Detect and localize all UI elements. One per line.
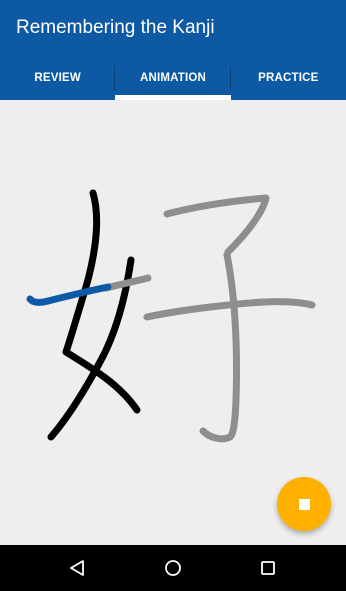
kanji-stroke-3-active [26,283,112,306]
nav-recents-button[interactable] [238,545,298,591]
tab-practice-label: PRACTICE [258,72,319,84]
tab-animation-label: ANIMATION [139,72,207,84]
system-navigation-bar [0,545,346,591]
home-icon [165,560,181,576]
tab-animation[interactable]: ANIMATION [115,56,231,100]
back-icon [70,560,84,576]
stop-animation-button[interactable] [277,477,331,531]
app-bar: Remembering the Kanji REVIEW ANIMATION P… [0,0,346,100]
app-title: Remembering the Kanji [16,17,215,38]
nav-home-button[interactable] [143,545,203,591]
tab-practice[interactable]: PRACTICE [231,56,346,100]
kanji-stroke-3-pending [102,274,152,292]
kanji-stroke-4 [163,194,270,256]
tab-review-label: REVIEW [34,72,81,84]
kanji-stroke-6 [143,298,316,321]
recents-icon [261,561,275,575]
kanji-stroke-5 [199,251,241,443]
tab-bar: REVIEW ANIMATION PRACTICE [0,56,346,100]
nav-back-button[interactable] [47,545,107,591]
stop-icon [298,498,310,510]
tab-review[interactable]: REVIEW [0,56,116,100]
